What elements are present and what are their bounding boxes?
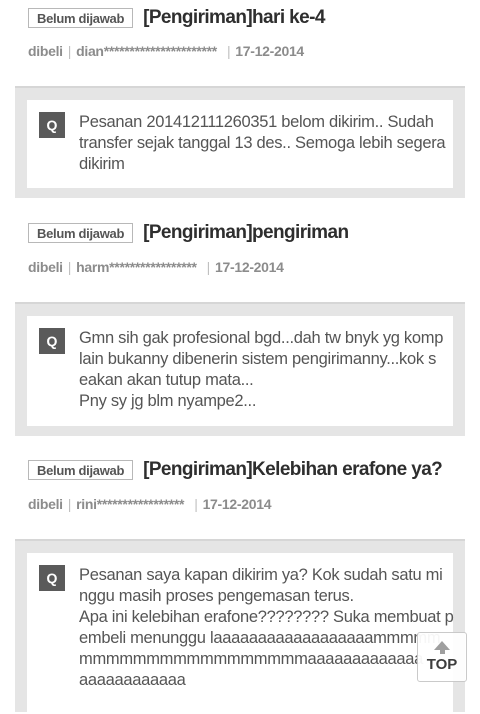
buyer-label: dibeli — [28, 496, 63, 512]
question-text: Pesanan saya kapan dikirim ya? Kok sudah… — [79, 565, 454, 702]
question-line: transfer sejak tanggal 13 des.. Semoga l… — [79, 134, 446, 152]
question-line: Pesanan saya kapan dikirim ya? Kok sudah… — [79, 566, 443, 584]
question-line: aaaaaaaaaaaa — [79, 671, 186, 689]
question-date: 17-12-2014 — [235, 43, 304, 59]
question-content: Q Pesanan saya kapan dikirim ya? Kok sud… — [27, 553, 454, 714]
question-meta: dibeli | harm***************** | 17-12-2… — [28, 259, 284, 275]
question-header: Belum dijawab [Pengiriman]Kelebihan eraf… — [28, 459, 443, 481]
question-icon: Q — [39, 328, 65, 354]
question-line: dikirim — [79, 155, 125, 173]
question-date: 17-12-2014 — [202, 496, 272, 512]
question-title[interactable]: [Pengiriman]pengiriman — [143, 222, 349, 244]
question-line: Apa ini kelebihan erafone???????? Suka m… — [79, 608, 454, 626]
question-line: lain bukanny dibenerin sistem pengiriman… — [79, 350, 437, 368]
question-content: Q Gmn sih gak profesional bgd...dah tw b… — [27, 316, 453, 426]
user-name: dian********************** — [76, 43, 217, 59]
question-box: Q Pesanan 201412111260351 belom dikirim.… — [15, 86, 465, 198]
user-name: harm***************** — [76, 259, 197, 275]
question-header: Belum dijawab [Pengiriman]hari ke-4 — [28, 7, 325, 29]
meta-divider: | — [226, 43, 231, 59]
buyer-label: dibeli — [28, 43, 63, 59]
question-title[interactable]: [Pengiriman]hari ke-4 — [143, 7, 325, 29]
question-title[interactable]: [Pengiriman]Kelebihan erafone ya? — [143, 459, 443, 481]
question-content: Q Pesanan 201412111260351 belom dikirim.… — [27, 100, 453, 188]
question-box: Q Pesanan saya kapan dikirim ya? Kok sud… — [15, 539, 465, 714]
question-meta: dibeli | dian********************** | 17… — [28, 43, 304, 59]
user-name: rini***************** — [76, 496, 185, 512]
meta-divider: | — [67, 43, 72, 59]
question-text: Gmn sih gak profesional bgd...dah tw bny… — [79, 328, 443, 414]
question-meta: dibeli | rini***************** | 17-12-2… — [28, 496, 271, 512]
meta-divider: | — [67, 496, 72, 512]
buyer-label: dibeli — [28, 259, 63, 275]
status-badge: Belum dijawab — [28, 8, 134, 28]
question-line: Pesanan 201412111260351 belom dikirim.. … — [79, 113, 434, 131]
question-icon: Q — [39, 565, 65, 591]
scroll-top-label: TOP — [426, 656, 458, 673]
question-line: embeli menunggu laaaaaaaaaaaaaaaaaammmmm — [79, 629, 441, 647]
question-line: mmmmmmmmmmmmmmmmmaaaaaaaaaaaaa — [79, 650, 423, 668]
meta-divider: | — [194, 496, 198, 512]
question-text: Pesanan 201412111260351 belom dikirim.. … — [79, 112, 446, 176]
question-icon: Q — [39, 112, 65, 138]
meta-divider: | — [206, 259, 211, 275]
status-badge: Belum dijawab — [28, 460, 134, 480]
question-date: 17-12-2014 — [215, 259, 284, 275]
status-badge: Belum dijawab — [28, 223, 134, 243]
question-box: Q Gmn sih gak profesional bgd...dah tw b… — [15, 302, 465, 436]
question-line: Gmn sih gak profesional bgd...dah tw bny… — [79, 329, 444, 347]
question-line: eakan akan tutup mata... — [79, 371, 254, 389]
question-line: nggu masih proses pengemasan terus. — [79, 587, 354, 605]
question-line: Pny sy jg blm nyampe2... — [79, 392, 257, 410]
scroll-top-button[interactable]: TOP — [417, 632, 467, 682]
arrow-up-icon — [434, 641, 450, 650]
question-header: Belum dijawab [Pengiriman]pengiriman — [28, 222, 349, 244]
meta-divider: | — [67, 259, 72, 275]
